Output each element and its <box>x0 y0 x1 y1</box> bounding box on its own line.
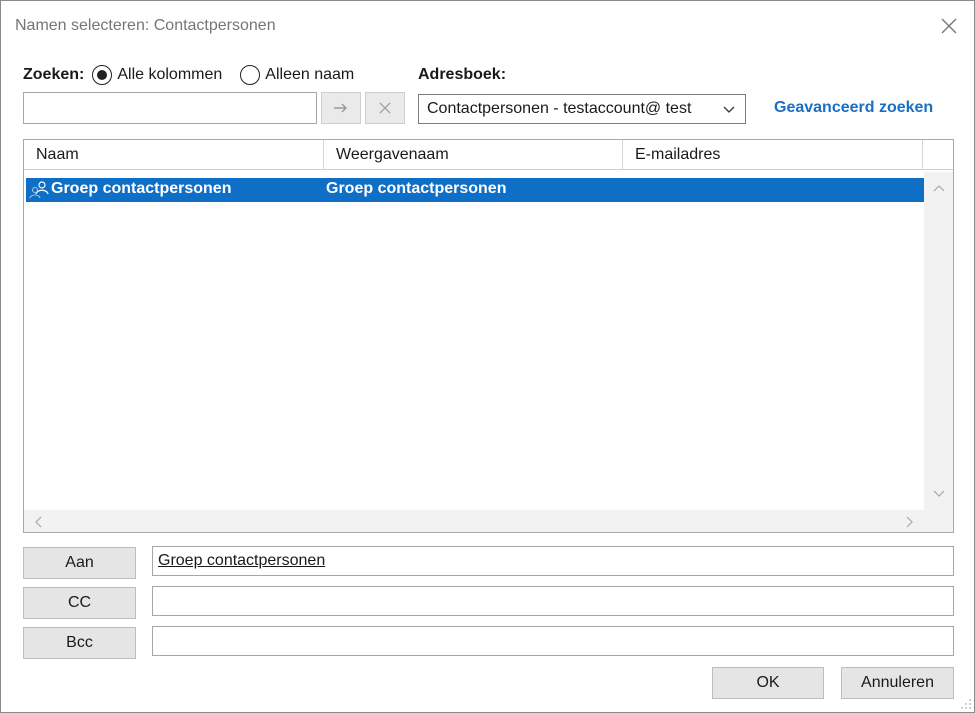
addressbook-label: Adresboek: <box>418 66 507 83</box>
addressbook-dropdown[interactable]: Contactpersonen - testaccount@ test <box>418 94 746 124</box>
column-header-email[interactable]: E-mailadres <box>623 140 923 170</box>
bcc-button[interactable]: Bcc <box>23 627 136 659</box>
scroll-up-icon <box>933 185 945 192</box>
contacts-list: Naam Weergavenaam E-mailadres Groep cont… <box>23 139 954 533</box>
search-clear-button[interactable] <box>365 92 405 124</box>
to-button[interactable]: Aan <box>23 547 136 579</box>
search-go-button[interactable] <box>321 92 361 124</box>
search-options: Zoeken: Alle kolommen Alleen naam <box>23 63 354 87</box>
cc-button[interactable]: CC <box>23 587 136 619</box>
addressbook-selected-value: Contactpersonen - testaccount@ test <box>427 100 692 117</box>
window-title: Namen selecteren: Contactpersonen <box>15 17 276 34</box>
bcc-field[interactable] <box>152 626 954 656</box>
vertical-scrollbar[interactable] <box>924 172 953 510</box>
row-name: Groep contactpersonen <box>51 180 232 197</box>
title-bar: Namen selecteren: Contactpersonen <box>1 1 974 53</box>
scroll-right-icon <box>906 516 913 528</box>
list-header: Naam Weergavenaam E-mailadres <box>24 140 953 170</box>
search-label: Zoeken: <box>23 66 85 83</box>
radio-all-columns[interactable]: Alle kolommen <box>92 65 222 85</box>
horizontal-scrollbar[interactable] <box>24 510 924 532</box>
scrollbar-corner <box>924 510 953 532</box>
arrow-right-icon <box>334 103 347 113</box>
to-field[interactable]: Groep contactpersonen <box>152 546 954 576</box>
radio-circle-unchecked <box>240 65 261 85</box>
contact-group-icon <box>29 181 49 199</box>
search-input[interactable] <box>23 92 317 124</box>
radio-name-only[interactable]: Alleen naam <box>240 65 354 85</box>
radio-name-only-label: Alleen naam <box>265 66 355 83</box>
select-names-dialog: Namen selecteren: Contactpersonen Zoeken… <box>0 0 975 713</box>
list-item[interactable]: Groep contactpersonen Groep contactperso… <box>26 178 926 202</box>
advanced-search-link[interactable]: Geavanceerd zoeken <box>774 99 933 117</box>
close-icon <box>941 18 957 34</box>
resize-grip-icon[interactable] <box>960 698 972 710</box>
column-header-display-name[interactable]: Weergavenaam <box>324 140 623 170</box>
close-button[interactable] <box>932 9 966 43</box>
chevron-down-icon <box>723 106 735 113</box>
row-display-name: Groep contactpersonen <box>326 180 507 197</box>
close-icon <box>379 102 391 114</box>
column-header-name[interactable]: Naam <box>24 140 324 170</box>
cc-field[interactable] <box>152 586 954 616</box>
to-recipient-chip[interactable]: Groep contactpersonen <box>158 552 325 570</box>
ok-button[interactable]: OK <box>712 667 824 699</box>
radio-all-columns-label: Alle kolommen <box>117 66 223 83</box>
cancel-button[interactable]: Annuleren <box>841 667 954 699</box>
radio-circle-checked <box>92 65 113 85</box>
scroll-left-icon <box>35 516 42 528</box>
scroll-down-icon <box>933 490 945 497</box>
